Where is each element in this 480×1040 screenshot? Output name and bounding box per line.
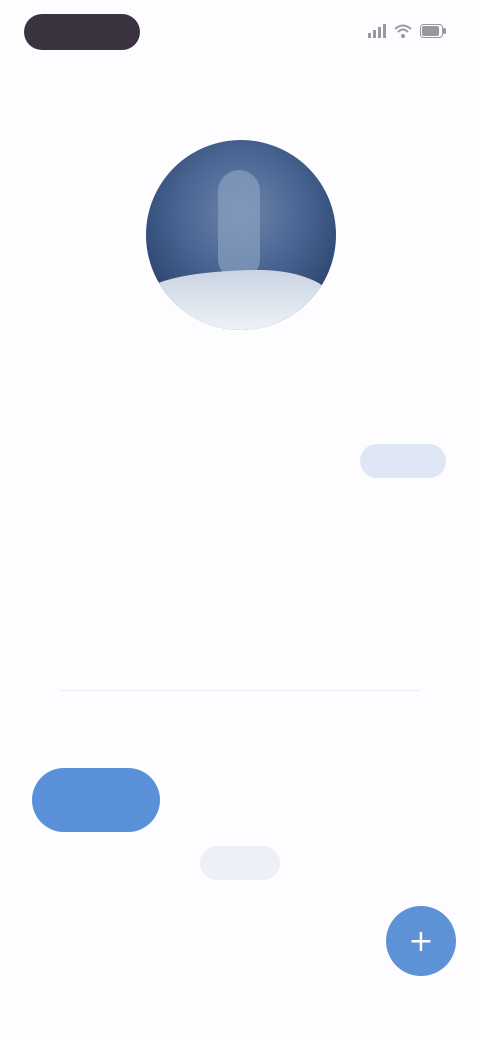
- plus-icon: +: [408, 923, 434, 959]
- avatar-ground: [146, 270, 336, 330]
- status-bar: [0, 0, 480, 64]
- primary-action-button[interactable]: [32, 768, 160, 832]
- profile-avatar[interactable]: [146, 140, 336, 330]
- secondary-action-button[interactable]: [200, 846, 280, 880]
- status-icons: [368, 22, 446, 42]
- battery-icon: [420, 23, 446, 41]
- signal-icon: [368, 23, 386, 41]
- follow-button[interactable]: [360, 444, 446, 478]
- wifi-icon: [394, 24, 412, 41]
- avatar-figure: [218, 170, 260, 280]
- status-time: [24, 14, 140, 50]
- floating-action-button[interactable]: +: [386, 906, 456, 976]
- divider: [60, 690, 420, 691]
